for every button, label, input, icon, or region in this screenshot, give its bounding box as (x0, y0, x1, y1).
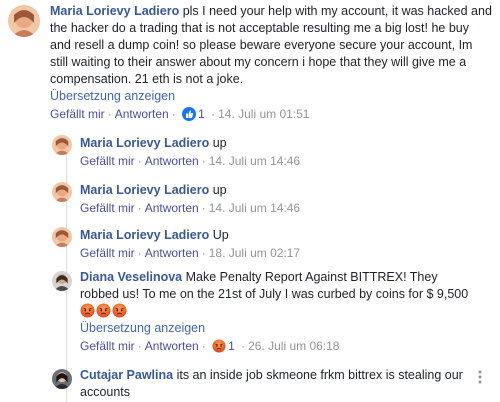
avatar[interactable] (8, 5, 40, 37)
like-button[interactable]: Gefällt mir (80, 246, 135, 260)
avatar[interactable] (52, 369, 72, 389)
reply-actions: Gefällt mir · Antworten · 14. Juli um 14:46 (80, 154, 301, 168)
author-name[interactable]: Maria Lorievy Ladiero (80, 136, 209, 150)
reply-body: Diana Veselinova Make Penalty Report Aga… (80, 269, 475, 354)
author-name[interactable]: Maria Lorievy Ladiero (80, 183, 209, 197)
translate-link[interactable]: Übersetzung anzeigen (50, 88, 175, 105)
reply-button[interactable]: Antworten (115, 107, 169, 121)
reply-1: Maria Lorievy Ladiero up Gefällt mir · Ant… (0, 130, 500, 177)
reply-body: Maria Lorievy Ladiero Up Gefällt mir · Ant… (80, 227, 490, 261)
reply-button[interactable]: Antworten (145, 154, 199, 168)
timestamp[interactable]: 14. Juli um 14:46 (209, 201, 300, 215)
avatar[interactable] (52, 271, 72, 291)
reply-body: Cutajar Pawlina its an inside job skmeon… (80, 367, 475, 401)
author-name[interactable]: Maria Lorievy Ladiero (50, 4, 179, 18)
more-options-icon[interactable] (478, 370, 482, 384)
reply-text-block: Maria Lorievy Ladiero up (80, 182, 490, 199)
reply-text-block: Maria Lorievy Ladiero Up (80, 227, 490, 244)
reply-3: Maria Lorievy Ladiero Up Gefällt mir · Ant… (0, 222, 500, 269)
comment-main: Maria Lorievy Ladiero pls I need your he… (0, 0, 500, 130)
angry-face-icon (212, 339, 226, 353)
reply-actions: Gefällt mir · Antworten · 14. Juli um 14:46 (80, 201, 301, 215)
like-button[interactable]: Gefällt mir (80, 201, 135, 215)
translate-link[interactable]: Übersetzung anzeigen (80, 320, 205, 337)
author-name[interactable]: Diana Veselinova (80, 270, 182, 284)
author-name[interactable]: Cutajar Pawlina (80, 368, 173, 382)
reply-4: Diana Veselinova Make Penalty Report Aga… (0, 266, 500, 360)
author-name[interactable]: Maria Lorievy Ladiero (80, 228, 209, 242)
reply-actions: Gefällt mir · Antworten · 1 · 26. Juli um 06… (80, 339, 340, 353)
avatar[interactable] (52, 227, 72, 247)
comment-body: Maria Lorievy Ladiero pls I need your he… (50, 3, 492, 122)
comment-text-block: Maria Lorievy Ladiero pls I need your he… (50, 3, 492, 88)
reply-5: Cutajar Pawlina its an inside job skmeon… (0, 364, 500, 402)
reply-body: Maria Lorievy Ladiero up Gefällt mir · Ant… (80, 182, 490, 216)
reply-button[interactable]: Antworten (145, 339, 199, 353)
thumbs-up-icon (182, 107, 197, 121)
timestamp[interactable]: 14. Juli um 14:46 (209, 154, 300, 168)
timestamp[interactable]: 14. Juli um 01:51 (218, 107, 309, 121)
reply-text-block: Diana Veselinova Make Penalty Report Aga… (80, 269, 475, 320)
timestamp[interactable]: 26. Juli um 06:18 (248, 339, 339, 353)
reply-button[interactable]: Antworten (145, 201, 199, 215)
avatar[interactable] (52, 135, 72, 155)
angry-face-icon (112, 303, 127, 318)
reply-text-block: Maria Lorievy Ladiero up (80, 135, 490, 152)
reply-button[interactable]: Antworten (145, 246, 199, 260)
reply-text: up (212, 183, 227, 197)
reply-text: Up (212, 228, 229, 242)
like-button[interactable]: Gefällt mir (50, 107, 105, 121)
like-button[interactable]: Gefällt mir (80, 339, 135, 353)
timestamp[interactable]: 18. Juli um 02:17 (209, 246, 300, 260)
avatar[interactable] (52, 182, 72, 202)
reaction-count: 1 (228, 339, 235, 353)
reactions[interactable]: 1 (212, 339, 238, 353)
reaction-count: 1 (198, 107, 205, 121)
reply-body: Maria Lorievy Ladiero up Gefällt mir · Ant… (80, 135, 490, 169)
like-button[interactable]: Gefällt mir (80, 154, 135, 168)
reply-text-block: Cutajar Pawlina its an inside job skmeon… (80, 367, 475, 401)
angry-face-icon (80, 303, 95, 318)
angry-face-icon (96, 303, 111, 318)
reply-2: Maria Lorievy Ladiero up Gefällt mir · Ant… (0, 177, 500, 224)
reactions[interactable]: 1 (182, 107, 208, 121)
reply-actions: Gefällt mir · Antworten · 18. Juli um 02:17 (80, 246, 301, 260)
comment-actions: Gefällt mir · Antworten · 1 · 14. Juli um 01… (50, 107, 310, 121)
reply-text: up (212, 136, 227, 150)
